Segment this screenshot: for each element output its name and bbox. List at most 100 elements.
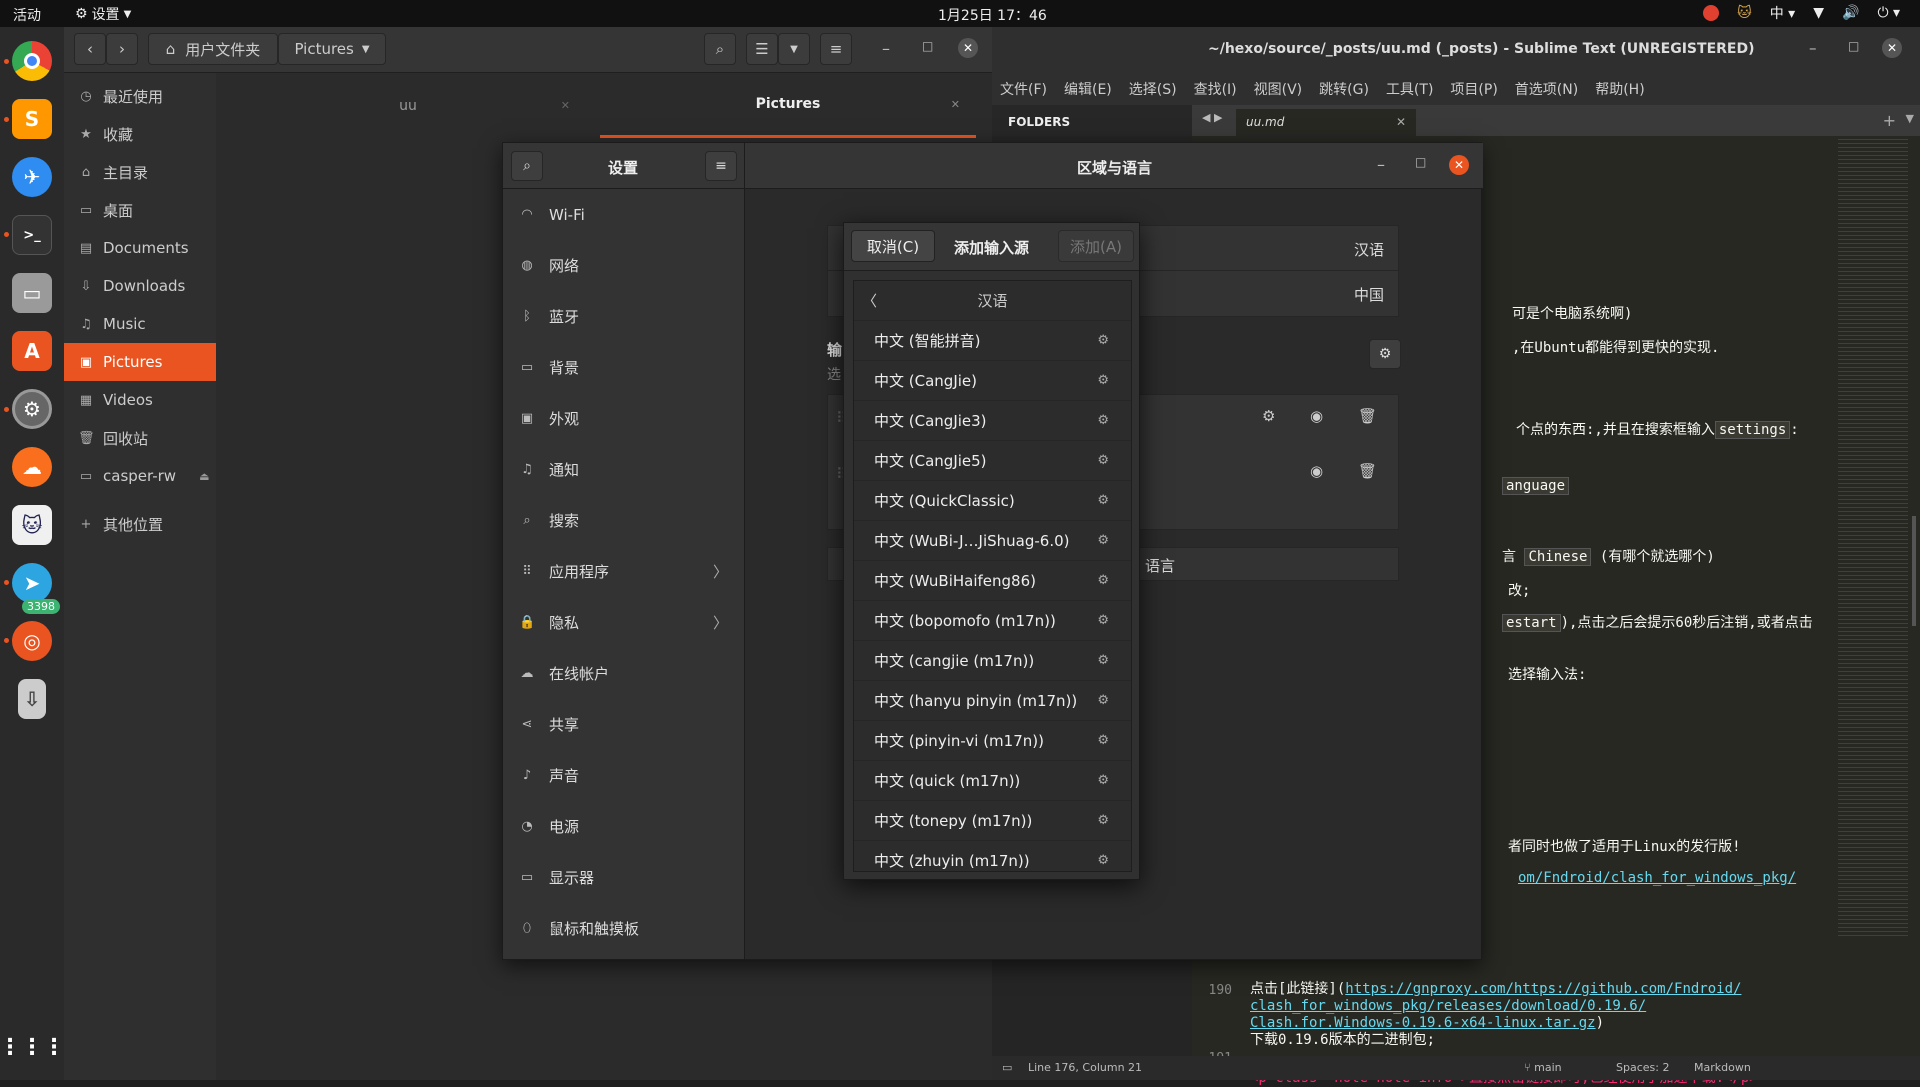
list-item[interactable]: 中文 (WuBi-J…JiShuag-6.0) ⚙ bbox=[854, 521, 1131, 561]
syntax-setting[interactable]: Markdown bbox=[1694, 1061, 1751, 1074]
sidebar-item-downloads[interactable]: ⇩ Downloads bbox=[64, 267, 216, 305]
usb-drive-icon[interactable]: ⇩ bbox=[18, 679, 46, 719]
sidebar-item-applications[interactable]: ⠿ 应用程序 〉 bbox=[503, 546, 744, 597]
cat-app-icon[interactable]: 🐱 bbox=[12, 505, 52, 545]
menu-view[interactable]: 视图(V) bbox=[1254, 79, 1303, 99]
eject-icon[interactable]: ⏏ bbox=[199, 470, 209, 483]
sidebar-item-mouse[interactable]: ⬯ 鼠标和触摸板 bbox=[503, 903, 744, 954]
list-item[interactable]: 中文 (zhuyin (m17n)) ⚙ bbox=[854, 841, 1131, 871]
list-item[interactable]: 中文 (pinyin-vi (m17n)) ⚙ bbox=[854, 721, 1131, 761]
files-icon[interactable]: ▭ bbox=[12, 273, 52, 313]
scrollbar-thumb[interactable] bbox=[1912, 516, 1916, 626]
eye-icon[interactable]: ◉ bbox=[1310, 462, 1323, 480]
add-button[interactable]: 添加(A) bbox=[1058, 230, 1134, 262]
close-button[interactable]: ✕ bbox=[958, 38, 978, 58]
close-icon[interactable]: ✕ bbox=[951, 98, 960, 111]
sidebar-item-recent[interactable]: ◷ 最近使用 bbox=[64, 77, 216, 115]
menu-button[interactable]: ≡ bbox=[705, 151, 737, 181]
sidebar-item-bluetooth[interactable]: ᛒ 蓝牙 bbox=[503, 291, 744, 342]
path-home-button[interactable]: ⌂ 用户文件夹 bbox=[148, 33, 278, 65]
new-tab-button[interactable]: + bbox=[1883, 111, 1896, 130]
list-item[interactable]: 中文 (tonepy (m17n)) ⚙ bbox=[854, 801, 1131, 841]
sidebar-item-appearance[interactable]: ▣ 外观 bbox=[503, 393, 744, 444]
sidebar-item-notifications[interactable]: ♫ 通知 bbox=[503, 444, 744, 495]
close-icon[interactable]: ✕ bbox=[1396, 115, 1406, 129]
soundcloud-icon[interactable]: ☁ bbox=[12, 447, 52, 487]
view-list-button[interactable]: ☰ bbox=[746, 33, 778, 65]
feishu-icon[interactable]: ✈ bbox=[12, 157, 52, 197]
sidebar-item-desktop[interactable]: ▭ 桌面 bbox=[64, 191, 216, 229]
list-item[interactable]: 中文 (CangJie3) ⚙ bbox=[854, 401, 1131, 441]
gear-icon[interactable]: ⚙ bbox=[1262, 407, 1275, 425]
menu-button[interactable]: ≡ bbox=[820, 33, 852, 65]
sidebar-item-trash[interactable]: 🗑 回收站 bbox=[64, 419, 216, 457]
menu-help[interactable]: 帮助(H) bbox=[1595, 79, 1644, 99]
list-item[interactable]: 中文 (CangJie) ⚙ bbox=[854, 361, 1131, 401]
maximize-button[interactable]: □ bbox=[922, 39, 933, 53]
ime-indicator[interactable]: 中 ▾ bbox=[1770, 3, 1795, 23]
link-text[interactable]: om/Fndroid/clash_for_windows_pkg/ bbox=[1518, 870, 1796, 886]
sidebar-item-videos[interactable]: ▦ Videos bbox=[64, 381, 216, 419]
sidebar-item-documents[interactable]: ▤ Documents bbox=[64, 229, 216, 267]
power-icon[interactable]: ⏻ ▾ bbox=[1877, 5, 1900, 21]
sidebar-item-sharing[interactable]: ⋖ 共享 bbox=[503, 699, 744, 750]
close-icon[interactable]: ✕ bbox=[561, 99, 570, 112]
link-text[interactable]: clash_for_windows_pkg/releases/download/… bbox=[1250, 998, 1646, 1014]
indentation-setting[interactable]: Spaces: 2 bbox=[1616, 1061, 1669, 1074]
menu-selection[interactable]: 选择(S) bbox=[1129, 79, 1177, 99]
sidebar-item-starred[interactable]: ★ 收藏 bbox=[64, 115, 216, 153]
app-grid-icon[interactable]: ⋮⋮⋮ bbox=[0, 1027, 65, 1067]
minimize-button[interactable]: – bbox=[1377, 155, 1385, 174]
sidebar-item-music[interactable]: ♫ Music bbox=[64, 305, 216, 343]
panel-toggle-icon[interactable]: ▭ bbox=[1002, 1061, 1012, 1074]
sidebar-item-online-accounts[interactable]: ☁ 在线帐户 bbox=[503, 648, 744, 699]
git-branch[interactable]: ⑂ main bbox=[1524, 1061, 1562, 1074]
app-menu[interactable]: ⚙ 设置 ▼ bbox=[75, 4, 131, 24]
close-button[interactable]: ✕ bbox=[1882, 38, 1902, 58]
ubuntu-icon[interactable]: ◎ bbox=[12, 621, 52, 661]
menu-preferences[interactable]: 首选项(N) bbox=[1515, 79, 1578, 99]
sidebar-item-sound[interactable]: ♪ 声音 bbox=[503, 750, 744, 801]
sidebar-item-background[interactable]: ▭ 背景 bbox=[503, 342, 744, 393]
software-center-icon[interactable]: A bbox=[12, 331, 52, 371]
cat-tray-icon[interactable]: 🐱 bbox=[1737, 5, 1752, 21]
close-button[interactable]: ✕ bbox=[1449, 155, 1469, 175]
list-item[interactable]: 中文 (智能拼音) ⚙ bbox=[854, 321, 1131, 361]
minimap[interactable] bbox=[1832, 136, 1920, 1056]
sidebar-item-pictures[interactable]: ▣ Pictures bbox=[64, 343, 216, 381]
chrome-tray-icon[interactable] bbox=[1703, 5, 1720, 21]
link-text[interactable]: Clash.for.Windows-0.19.6-x64-linux.tar.g… bbox=[1250, 1015, 1596, 1031]
menu-tools[interactable]: 工具(T) bbox=[1386, 79, 1433, 99]
minimize-button[interactable]: – bbox=[1809, 39, 1817, 57]
path-current-button[interactable]: Pictures ▼ bbox=[278, 33, 386, 65]
input-options-button[interactable]: ⚙ bbox=[1369, 339, 1401, 369]
trash-icon[interactable]: 🗑 bbox=[1358, 407, 1377, 425]
wifi-icon[interactable]: ▼ bbox=[1813, 5, 1824, 21]
sidebar-item-search[interactable]: ⌕ 搜索 bbox=[503, 495, 744, 546]
list-item[interactable]: 中文 (bopomofo (m17n)) ⚙ bbox=[854, 601, 1131, 641]
list-item[interactable]: 中文 (cangjie (m17n)) ⚙ bbox=[854, 641, 1131, 681]
trash-icon[interactable]: 🗑 bbox=[1358, 462, 1377, 480]
back-button[interactable]: ‹ bbox=[74, 33, 106, 65]
settings-icon[interactable]: ⚙ bbox=[12, 389, 52, 429]
link-text[interactable]: https://gnproxy.com/https://github.com/F… bbox=[1345, 981, 1741, 997]
forward-button[interactable]: › bbox=[106, 33, 138, 65]
sidebar-item-wifi[interactable]: ◠ Wi-Fi bbox=[503, 189, 744, 240]
list-item[interactable]: 中文 (quick (m17n)) ⚙ bbox=[854, 761, 1131, 801]
menu-file[interactable]: 文件(F) bbox=[1000, 79, 1047, 99]
list-item[interactable]: 中文 (QuickClassic) ⚙ bbox=[854, 481, 1131, 521]
list-item[interactable]: 中文 (CangJie5) ⚙ bbox=[854, 441, 1131, 481]
volume-icon[interactable]: 🔊 bbox=[1842, 5, 1859, 21]
menu-edit[interactable]: 编辑(E) bbox=[1064, 79, 1112, 99]
list-item[interactable]: 中文 (hanyu pinyin (m17n)) ⚙ bbox=[854, 681, 1131, 721]
list-item[interactable]: 中文 (WuBiHaifeng86) ⚙ bbox=[854, 561, 1131, 601]
clock[interactable]: 1月25日 17：46 bbox=[938, 5, 1047, 25]
tab-pictures[interactable]: Pictures ✕ bbox=[600, 73, 976, 138]
back-to-languages-row[interactable]: 〈 汉语 bbox=[854, 281, 1131, 321]
view-options-button[interactable]: ▼ bbox=[778, 33, 810, 65]
tab-uu-md[interactable]: uu.md ✕ bbox=[1236, 109, 1416, 136]
tab-scroll-arrows[interactable]: ◀ ▶ bbox=[1202, 111, 1222, 124]
tab-uu[interactable]: uu ✕ bbox=[216, 73, 600, 138]
telegram-icon[interactable]: ➤ bbox=[12, 563, 52, 603]
sidebar-item-power[interactable]: ◔ 电源 bbox=[503, 801, 744, 852]
